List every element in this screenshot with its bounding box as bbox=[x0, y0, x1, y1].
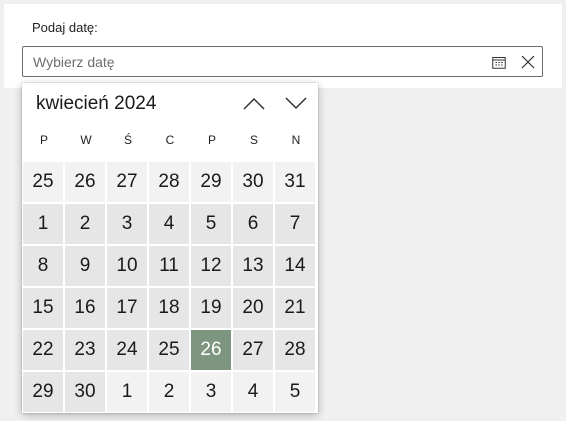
day-cell[interactable]: 10 bbox=[107, 246, 147, 286]
day-cell[interactable]: 2 bbox=[65, 204, 105, 244]
day-cell[interactable]: 20 bbox=[233, 288, 273, 328]
day-cell[interactable]: 24 bbox=[107, 330, 147, 370]
day-cell[interactable]: 16 bbox=[65, 288, 105, 328]
weekday-label: P bbox=[207, 133, 216, 147]
weekday-label: C bbox=[165, 133, 175, 147]
weekday-label: Ś bbox=[123, 133, 132, 147]
day-cell[interactable]: 27 bbox=[107, 162, 147, 202]
day-cell[interactable]: 23 bbox=[65, 330, 105, 370]
date-input[interactable]: Wybierz datę bbox=[22, 46, 543, 77]
day-cell[interactable]: 28 bbox=[275, 330, 315, 370]
day-cell-selected[interactable]: 26 bbox=[191, 330, 231, 370]
day-cell[interactable]: 29 bbox=[23, 372, 63, 412]
day-cell[interactable]: 7 bbox=[275, 204, 315, 244]
chevron-up-icon[interactable] bbox=[239, 92, 269, 114]
day-cell[interactable]: 14 bbox=[275, 246, 315, 286]
day-cell[interactable]: 6 bbox=[233, 204, 273, 244]
day-cell[interactable]: 3 bbox=[107, 204, 147, 244]
close-icon[interactable] bbox=[517, 52, 539, 72]
day-cell[interactable]: 11 bbox=[149, 246, 189, 286]
day-grid: 25 26 27 28 29 30 31 1 2 3 4 5 6 7 8 9 10 11 12 13 14 15 16 17 1… bbox=[22, 162, 318, 414]
weekday-label: S bbox=[249, 133, 258, 147]
calendar-dropdown: kwiecień 2024 PWŚCPSN 25 26 27 28 29 30 31 1 2 3 4… bbox=[22, 83, 318, 413]
weekday-label: W bbox=[80, 133, 92, 147]
day-cell[interactable]: 19 bbox=[191, 288, 231, 328]
day-cell[interactable]: 25 bbox=[149, 330, 189, 370]
day-cell[interactable]: 22 bbox=[23, 330, 63, 370]
day-cell[interactable]: 25 bbox=[23, 162, 63, 202]
day-cell[interactable]: 13 bbox=[233, 246, 273, 286]
date-field-label: Podaj datę: bbox=[32, 20, 98, 35]
date-form-panel: Podaj datę: Wybierz datę bbox=[4, 4, 562, 88]
day-cell[interactable]: 17 bbox=[107, 288, 147, 328]
date-input-placeholder: Wybierz datę bbox=[33, 54, 115, 70]
calendar-icon[interactable] bbox=[489, 52, 509, 72]
day-cell[interactable]: 4 bbox=[149, 204, 189, 244]
day-cell[interactable]: 12 bbox=[191, 246, 231, 286]
chevron-down-icon[interactable] bbox=[281, 92, 311, 114]
day-cell[interactable]: 18 bbox=[149, 288, 189, 328]
day-cell[interactable]: 4 bbox=[233, 372, 273, 412]
day-cell[interactable]: 28 bbox=[149, 162, 189, 202]
day-cell[interactable]: 3 bbox=[191, 372, 231, 412]
day-cell[interactable]: 1 bbox=[23, 204, 63, 244]
day-cell[interactable]: 30 bbox=[65, 372, 105, 412]
day-cell[interactable]: 1 bbox=[107, 372, 147, 412]
day-cell[interactable]: 21 bbox=[275, 288, 315, 328]
day-cell[interactable]: 30 bbox=[233, 162, 273, 202]
day-cell[interactable]: 27 bbox=[233, 330, 273, 370]
weekday-header-row: PWŚCPSN bbox=[22, 133, 318, 153]
day-cell[interactable]: 9 bbox=[65, 246, 105, 286]
day-cell[interactable]: 15 bbox=[23, 288, 63, 328]
weekday-label: P bbox=[39, 133, 48, 147]
day-cell[interactable]: 2 bbox=[149, 372, 189, 412]
day-cell[interactable]: 8 bbox=[23, 246, 63, 286]
weekday-label: N bbox=[291, 133, 301, 147]
day-cell[interactable]: 26 bbox=[65, 162, 105, 202]
month-title[interactable]: kwiecień 2024 bbox=[36, 93, 156, 115]
day-cell[interactable]: 5 bbox=[275, 372, 315, 412]
day-cell[interactable]: 29 bbox=[191, 162, 231, 202]
day-cell[interactable]: 5 bbox=[191, 204, 231, 244]
day-cell[interactable]: 31 bbox=[275, 162, 315, 202]
